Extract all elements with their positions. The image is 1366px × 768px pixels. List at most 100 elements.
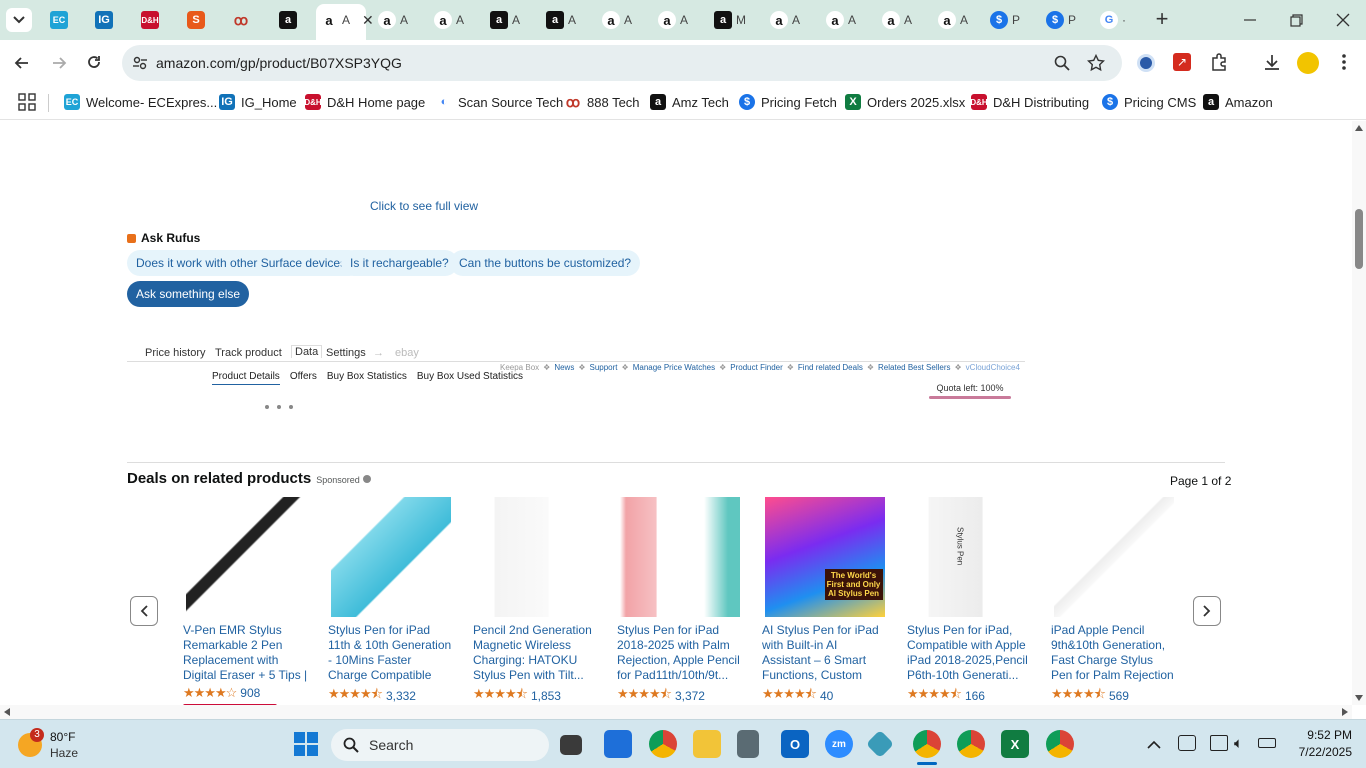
browser-tab[interactable]: D&H [141,6,159,34]
keepa-tab[interactable]: Settings [326,347,366,359]
scroll-up-arrow[interactable] [1355,125,1363,131]
excel-icon[interactable]: X [1001,730,1029,758]
product-title-link[interactable]: Stylus Pen for iPad, Compatible with App… [907,623,1032,683]
product-title-link[interactable]: Pencil 2nd Generation Magnetic Wireless … [473,623,598,683]
browser-tab[interactable]: aA [938,6,968,34]
product-card[interactable]: Stylus Pen for iPad 11th & 10th Generati… [328,497,453,725]
keepa-tab[interactable]: → [373,347,384,359]
bookmark-item[interactable]: a Amazon [1203,92,1273,112]
product-image[interactable] [330,497,451,617]
calculator-icon[interactable] [737,730,759,758]
carousel-prev-button[interactable] [130,596,158,626]
product-card[interactable]: iPad Apple Pencil 9th&10th Generation, F… [1051,497,1176,725]
product-rating[interactable]: ★★★★⯪ 3,332 [328,685,453,707]
bookmark-item[interactable]: ◐ Scan Source Tech [436,92,563,112]
horizontal-scrollbar[interactable] [0,705,1352,719]
product-title-link[interactable]: Stylus Pen for iPad 2018-2025 with Palm … [617,623,742,683]
close-window-button[interactable] [1333,10,1353,30]
tab-search-button[interactable] [6,8,32,32]
info-icon[interactable] [362,475,371,483]
browser-tab[interactable]: aA [770,6,800,34]
browser-tab[interactable]: a A ✕ [320,6,374,34]
product-card[interactable]: V-Pen EMR Stylus Remarkable 2 Pen Replac… [183,497,308,719]
keepa-tab[interactable]: Price history [145,347,206,359]
outlook-icon[interactable]: O [781,730,809,758]
show-hidden-icons[interactable] [1147,737,1161,755]
browser-tab[interactable]: aA [826,6,856,34]
browser-tab[interactable]: aA [658,6,688,34]
product-image[interactable] [619,497,740,617]
keepa-link[interactable]: vCloudChoice4 [966,363,1020,372]
site-info-icon[interactable] [132,55,148,76]
product-card[interactable]: The World's First and Only AI Stylus Pen… [762,497,887,725]
browser-tab[interactable]: aA [882,6,912,34]
bookmark-item[interactable]: $ Pricing CMS [1102,92,1196,112]
zoom-button[interactable] [1054,55,1070,76]
clock[interactable]: 9:52 PM 7/22/2025 [1290,728,1352,759]
product-image[interactable] [475,497,596,617]
product-rating[interactable]: ★★★★⯪ 1,853 [473,685,598,707]
extension-pdf-icon[interactable]: ↗ [1173,53,1191,71]
keepa-subtab[interactable]: Buy Box Statistics [327,371,407,385]
rufus-question-chip[interactable]: Can the buttons be customized? [450,250,641,276]
close-tab-icon[interactable]: ✕ [362,12,374,29]
address-bar[interactable]: amazon.com/gp/product/B07XSP3YQG [122,45,1122,81]
full-view-link[interactable]: Click to see full view [370,199,478,213]
keepa-subtab[interactable]: Offers [290,371,317,385]
browser-tab[interactable]: aA [546,6,576,34]
bookmark-item[interactable]: D&H D&H Distributing [970,92,1089,112]
review-count[interactable]: 3,332 [386,689,416,703]
bookmark-star-button[interactable] [1086,53,1106,77]
review-count[interactable]: 166 [965,689,985,703]
chrome-profile-2-icon[interactable] [1046,730,1074,758]
forward-button[interactable] [49,53,69,78]
bookmark-item[interactable]: D&H D&H Home page [304,92,425,112]
bookmark-item[interactable]: ꝏ 888 Tech [565,92,640,112]
bookmark-item[interactable]: X Orders 2025.xlsx [845,92,965,112]
network-icon[interactable] [1178,735,1196,751]
keepa-subtab[interactable]: Buy Box Used Statistics [417,371,523,385]
scroll-left-arrow[interactable] [4,708,10,716]
file-explorer-icon[interactable] [693,730,721,758]
product-image[interactable]: Stylus Pen [909,497,1030,617]
browser-tab[interactable]: a [279,6,297,34]
product-card[interactable]: Stylus Pen Stylus Pen for iPad, Compatibl… [907,497,1032,725]
product-image[interactable] [185,497,306,617]
product-rating[interactable]: ★★★★⯪ 569 [1051,685,1176,707]
zoom-icon[interactable]: zm [825,730,853,758]
review-count[interactable]: 40 [820,689,833,703]
bookmark-item[interactable]: IG IG_Home [219,92,297,112]
keepa-tab[interactable]: Track product [215,347,282,359]
product-rating[interactable]: ★★★★⯪ 3,372 [617,685,742,707]
browser-tab[interactable]: $ P [1046,6,1076,34]
review-count[interactable]: 1,853 [531,689,561,703]
keepa-subtab[interactable]: Product Details [212,371,280,385]
product-rating[interactable]: ★★★★⯪ 166 [907,685,1032,707]
browser-tab[interactable]: aA [434,6,464,34]
minimize-button[interactable] [1240,10,1260,30]
apps-grid-icon[interactable] [18,93,36,116]
product-title-link[interactable]: iPad Apple Pencil 9th&10th Generation, F… [1051,623,1176,683]
browser-tab[interactable]: aA [378,6,408,34]
taskbar-search[interactable]: Search [331,729,549,761]
battery-icon[interactable] [1258,738,1276,748]
browser-menu-button[interactable] [1338,52,1350,77]
keepa-link[interactable]: News [554,363,574,372]
download-icon[interactable] [1262,52,1282,77]
scroll-thumb[interactable] [1355,209,1363,269]
product-title-link[interactable]: AI Stylus Pen for iPad with Built-in AI … [762,623,887,683]
browser-tab[interactable]: EC [50,6,68,34]
rufus-question-chip[interactable]: Does it work with other Surface devices? [127,250,362,276]
browser-tab[interactable]: ꝏ [232,6,250,34]
review-count[interactable]: 3,372 [675,689,705,703]
product-title-link[interactable]: V-Pen EMR Stylus Remarkable 2 Pen Replac… [183,623,308,683]
browser-tab[interactable]: aA [490,6,520,34]
keepa-tab[interactable]: Data [291,345,323,358]
new-tab-button[interactable]: + [1152,8,1172,32]
profile-avatar[interactable] [1297,52,1319,74]
browser-tab[interactable]: aA [602,6,632,34]
product-rating[interactable]: ★★★★⯪ 40 [762,685,887,707]
bookmark-item[interactable]: EC Welcome- ECExpres... [64,92,217,112]
task-view-icon[interactable] [560,735,582,755]
chrome-icon[interactable] [649,730,677,758]
